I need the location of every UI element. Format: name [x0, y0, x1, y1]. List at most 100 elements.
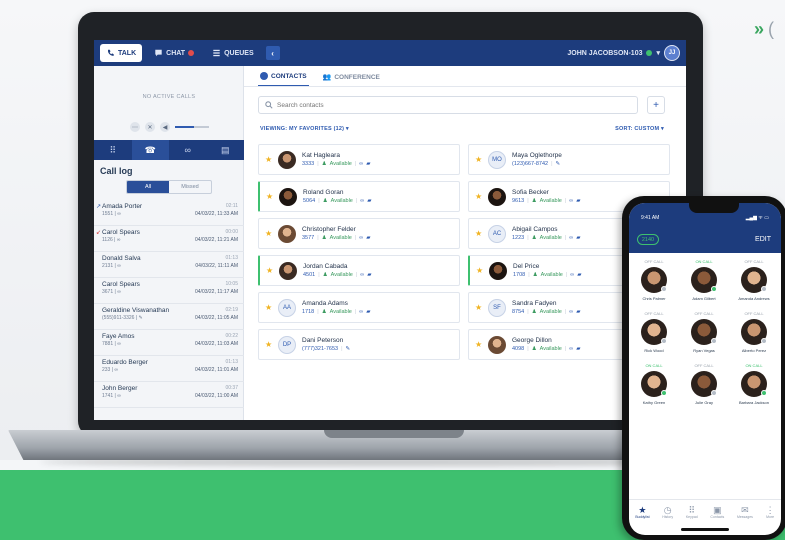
- tab-contacts[interactable]: CONTACTS: [258, 68, 309, 87]
- collapse-button[interactable]: ‹: [265, 46, 280, 60]
- voicemail-icon[interactable]: ∞: [359, 235, 363, 241]
- star-icon[interactable]: ★: [265, 303, 275, 312]
- chat-icon[interactable]: ▰: [367, 272, 371, 278]
- buddy-cell[interactable]: OFF CALL Chris Palmer: [629, 259, 679, 301]
- contact-card[interactable]: ★ MO Maya Oglethorpe (123)667-8742 | ✎: [468, 144, 670, 175]
- nav-contacts[interactable]: ▣ Contacts: [710, 506, 724, 520]
- nav-buddylist[interactable]: ★ Buddylist: [635, 506, 649, 520]
- keypad-tab-icon[interactable]: ⠿: [94, 140, 132, 160]
- contact-card[interactable]: ★ AA Amanda Adams 1718 | ♟ Available | ∞ ▰: [258, 292, 460, 323]
- tab-chat[interactable]: CHAT: [148, 44, 200, 62]
- mute-icon[interactable]: ✕: [145, 122, 155, 132]
- voicemail-icon[interactable]: ∞: [569, 309, 573, 315]
- voicemail-icon[interactable]: ∞: [359, 161, 363, 167]
- chat-icon[interactable]: ▰: [367, 198, 371, 204]
- contact-card[interactable]: ★ Christopher Felder 3577 | ♟ Available | ∞ ▰: [258, 218, 460, 249]
- star-icon[interactable]: ★: [265, 229, 275, 238]
- voicemail-icon[interactable]: ∞: [360, 272, 364, 278]
- buddy-cell[interactable]: ON CALL Barbara Jackson: [729, 363, 779, 405]
- star-icon[interactable]: ★: [475, 192, 485, 201]
- call-log-row[interactable]: Eduardo Berger 233 | ∞ 01:13 04/03/22, 11:0…: [94, 356, 244, 382]
- avatar: MO: [488, 150, 506, 169]
- star-icon[interactable]: ★: [476, 266, 486, 275]
- star-icon[interactable]: ★: [475, 340, 485, 349]
- avatar: SF: [488, 298, 506, 317]
- voicemail-icon[interactable]: ∞: [569, 346, 573, 352]
- chat-icon[interactable]: ▰: [576, 235, 580, 241]
- buddy-cell[interactable]: ON CALL Adam Gilbert: [679, 259, 729, 301]
- contact-details: 4501 | ♟ Available | ∞ ▰: [303, 272, 371, 278]
- chat-icon[interactable]: ▰: [366, 235, 370, 241]
- chat-icon[interactable]: ▰: [577, 272, 581, 278]
- nav-keypad[interactable]: ⠿ Keypad: [686, 506, 698, 520]
- nav-more[interactable]: ⋮ More: [766, 506, 775, 520]
- contact-card[interactable]: ★ DP Dani Peterson (777)321-7653 | ✎: [258, 329, 460, 360]
- buddy-cell[interactable]: OFF CALL Julie Gray: [679, 363, 729, 405]
- star-icon[interactable]: ★: [475, 155, 485, 164]
- nav-history[interactable]: ◷ History: [662, 506, 673, 520]
- buddy-cell[interactable]: OFF CALL Amanda Andrews: [729, 259, 779, 301]
- chat-icon[interactable]: ▰: [366, 161, 370, 167]
- call-log-row[interactable]: Donald Salva 2131 | ∞ 01:13 04/03/22, 11:11…: [94, 252, 244, 278]
- star-icon[interactable]: ★: [266, 192, 276, 201]
- buddy-cell[interactable]: ON CALL Kathy Green: [629, 363, 679, 405]
- voicemail-icon[interactable]: ∞: [569, 198, 573, 204]
- sort-dropdown[interactable]: SORT: CUSTOM ▾: [615, 126, 664, 132]
- buddy-status: OFF CALL: [744, 259, 764, 264]
- search-input[interactable]: [277, 101, 607, 109]
- volume-slider[interactable]: [175, 126, 209, 128]
- filter-missed-button[interactable]: Missed: [169, 181, 211, 193]
- edit-icon[interactable]: ✎: [346, 346, 351, 352]
- chat-icon[interactable]: ▰: [366, 309, 370, 315]
- corner-link[interactable]: »(: [754, 20, 774, 38]
- call-log-row[interactable]: ↗ Amada Porter 1551 | ∞ 02:11 04/03/22, 11:3…: [94, 200, 244, 226]
- user-avatar[interactable]: JJ: [664, 45, 680, 61]
- user-menu[interactable]: JOHN JACOBSON-103 ▾ JJ: [567, 45, 680, 61]
- voicemail-tab-icon[interactable]: ∞: [169, 140, 207, 160]
- edit-icon[interactable]: ✎: [556, 161, 561, 167]
- chat-icon[interactable]: ▰: [576, 198, 580, 204]
- call-log-row[interactable]: Faye Amos 7881 | ∞ 00:22 04/03/22, 11:03 AM: [94, 330, 244, 356]
- buddy-cell[interactable]: OFF CALL Alberto Perez: [729, 311, 779, 353]
- more-icon[interactable]: ⋯: [130, 122, 140, 132]
- voicemail-icon[interactable]: ∞: [360, 198, 364, 204]
- contact-status: Available: [330, 272, 353, 278]
- voicemail-icon[interactable]: ∞: [569, 235, 573, 241]
- presence-dot: [711, 338, 717, 344]
- contact-extension: 8754: [512, 309, 525, 315]
- star-icon[interactable]: ★: [475, 229, 485, 238]
- tab-queues[interactable]: QUEUES: [206, 44, 260, 62]
- call-name: Faye Amos: [102, 333, 135, 340]
- star-icon[interactable]: ★: [265, 340, 275, 349]
- chat-icon[interactable]: ▰: [576, 346, 580, 352]
- buddy-cell[interactable]: OFF CALL Ryan Vegas: [679, 311, 729, 353]
- viewing-filter[interactable]: VIEWING: MY FAVORITES (12) ▾: [260, 126, 349, 132]
- edit-button[interactable]: EDIT: [755, 236, 771, 243]
- buddy-name: Alberto Perez: [741, 348, 767, 353]
- contact-card[interactable]: ★ Roland Goran 5064 | ♟ Available | ∞ ▰: [258, 181, 460, 212]
- call-date: 04/03/22, 11:03 AM: [195, 341, 238, 347]
- tab-conference[interactable]: 👥 CONFERENCE: [321, 68, 382, 87]
- chat-icon[interactable]: ▰: [576, 309, 580, 315]
- call-log-row[interactable]: Carol Spears 3671 | ∞ 10:05 04/03/22, 11:17…: [94, 278, 244, 304]
- voicemail-icon[interactable]: ∞: [359, 309, 363, 315]
- call-log-row[interactable]: Geraldine Viswanathan (555)911-3326 | ✎ 02…: [94, 304, 244, 330]
- buddy-avatar: [691, 319, 717, 345]
- voicemail-icon[interactable]: ∞: [570, 272, 574, 278]
- star-icon[interactable]: ★: [265, 155, 275, 164]
- star-icon[interactable]: ★: [266, 266, 276, 275]
- add-contact-button[interactable]: +: [647, 96, 665, 114]
- extension-badge[interactable]: 2140: [637, 234, 659, 245]
- filter-all-button[interactable]: All: [127, 181, 169, 193]
- calls-tab-icon[interactable]: ☎: [131, 140, 169, 160]
- tab-talk[interactable]: TALK: [100, 44, 143, 62]
- call-log-row[interactable]: John Berger 1741 | ∞ 00:37 04/03/22, 11:00 …: [94, 382, 244, 408]
- contact-card[interactable]: ★ Jordan Cabada 4501 | ♟ Available | ∞ ▰: [258, 255, 460, 286]
- buddy-cell[interactable]: OFF CALL Rick Wood: [629, 311, 679, 353]
- person-icon: ♟: [531, 346, 537, 352]
- nav-messages[interactable]: ✉ Messages: [737, 506, 753, 520]
- star-icon[interactable]: ★: [475, 303, 485, 312]
- call-log-row[interactable]: ↙ Carol Spears 1126 | ∞ 00:00 04/03/22, 11:2…: [94, 226, 244, 252]
- contact-card[interactable]: ★ Kat Hagleara 3333 | ♟ Available | ∞ ▰: [258, 144, 460, 175]
- notes-tab-icon[interactable]: ▤: [207, 140, 245, 160]
